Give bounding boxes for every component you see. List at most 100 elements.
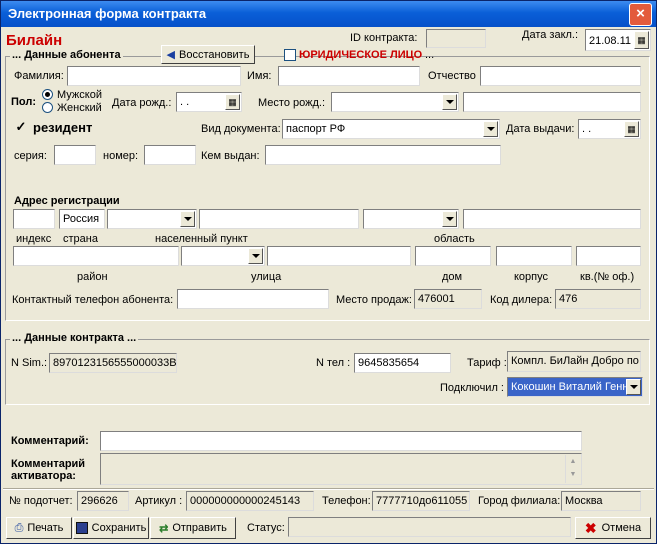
chevron-down-icon[interactable] (626, 379, 641, 395)
issue-date-value: . . (582, 123, 592, 135)
send-button[interactable]: ⇄ Отправить (150, 517, 236, 539)
patronymic-label: Отчество (428, 70, 476, 82)
issued-by-field[interactable] (265, 145, 501, 165)
birthplace-select[interactable] (331, 92, 459, 112)
birthdate-value: . . (180, 96, 190, 108)
chevron-down-icon[interactable] (442, 211, 457, 227)
index-label: индекс (16, 233, 52, 245)
series-field[interactable] (54, 145, 96, 165)
number-field[interactable] (144, 145, 196, 165)
issue-date-field[interactable]: . . ▦ (578, 119, 641, 139)
birthdate-label: Дата рожд.: (112, 97, 172, 109)
district-label: район (77, 271, 108, 283)
contract-date-label: Дата закл.: (522, 29, 579, 41)
patronymic-field[interactable] (480, 66, 641, 86)
series-label: серия: (14, 150, 47, 162)
birthplace-label: Место рожд.: (258, 97, 325, 109)
sex-label: Пол: (11, 96, 37, 108)
dealer-code-field: 476 (555, 289, 641, 309)
arrow-left-icon: ◀ (166, 49, 176, 61)
house-field[interactable] (415, 246, 491, 266)
chevron-down-icon[interactable] (248, 248, 263, 264)
birthdate-field[interactable]: . . ▦ (176, 92, 242, 112)
save-button-label: Сохранить (91, 522, 147, 534)
contact-phone-label: Контактный телефон абонента: (12, 294, 174, 306)
surname-field[interactable] (67, 66, 241, 86)
legal-entity-label: ЮРИДИЧЕСКОЕ ЛИЦО (299, 49, 423, 61)
save-button[interactable]: Сохранить (73, 517, 149, 539)
scrollbar[interactable]: ▲ ▼ (565, 455, 580, 483)
status-field (288, 517, 571, 537)
street-field[interactable] (267, 246, 411, 266)
phone-number-field[interactable]: 9645835654 (354, 353, 451, 373)
region-field[interactable] (463, 209, 641, 229)
contact-phone-field[interactable] (177, 289, 329, 309)
calendar-icon[interactable]: ▦ (225, 94, 240, 110)
connected-by-value: Кокошин Виталий Генн (511, 381, 629, 393)
doc-type-select[interactable]: паспорт РФ (282, 119, 500, 139)
country-field[interactable]: Россия (59, 209, 105, 229)
calendar-icon[interactable]: ▦ (634, 31, 649, 49)
chevron-down-icon[interactable] (180, 211, 195, 227)
chevron-down-icon[interactable] (442, 94, 457, 110)
cancel-button[interactable]: ✖ Отмена (575, 517, 651, 539)
doc-type-label: Вид документа: (201, 123, 281, 135)
phone-number-label: N тел : (316, 357, 351, 369)
article-field: 000000000000245143 (186, 491, 314, 511)
district-field[interactable] (13, 246, 179, 266)
contract-date-value: 21.08.11 (589, 35, 632, 47)
contract-form-window: Электронная форма контракта × Билайн ID … (0, 0, 657, 544)
region-type-select[interactable] (363, 209, 459, 229)
city-field: Москва (561, 491, 641, 511)
resident-checkbox[interactable]: ✓ (15, 120, 27, 134)
footer-phone-field: 7777710до611055 (372, 491, 470, 511)
legal-entity-checkbox[interactable] (284, 49, 296, 61)
scroll-down-icon[interactable]: ▼ (566, 468, 580, 481)
article-label: Артикул : (135, 495, 183, 507)
locality-field[interactable] (199, 209, 359, 229)
index-field[interactable] (13, 209, 55, 229)
contract-date-field[interactable]: 21.08.11 ▦ (585, 29, 651, 51)
locality-label: населенный пункт (155, 233, 248, 245)
calendar-icon[interactable]: ▦ (624, 121, 639, 137)
address-title: Адрес регистрации (14, 195, 120, 207)
status-label: Статус: (247, 522, 285, 534)
first-name-field[interactable] (278, 66, 420, 86)
subscriber-group-label: ... Данные абонента (10, 49, 123, 61)
print-button[interactable]: ⎙ Печать (6, 517, 72, 539)
activator-comment-field[interactable]: ▲ ▼ (100, 453, 582, 485)
close-icon[interactable]: × (629, 3, 652, 26)
sim-label: N Sim.: (11, 357, 48, 369)
flat-field[interactable] (576, 246, 641, 266)
brand-label: Билайн (6, 32, 63, 49)
chevron-down-icon[interactable] (483, 121, 498, 137)
doc-type-value: паспорт РФ (286, 123, 346, 135)
birthplace-field[interactable] (463, 92, 641, 112)
print-button-label: Печать (27, 522, 64, 534)
send-button-label: Отправить (172, 522, 227, 534)
comment-label: Комментарий: (11, 435, 89, 447)
comment-field[interactable] (100, 431, 582, 451)
tariff-label: Тариф : (467, 357, 507, 369)
restore-button[interactable]: ◀ Восстановить (161, 45, 255, 64)
house-label: дом (442, 271, 463, 283)
locality-type-select[interactable] (107, 209, 197, 229)
city-label: Город филиала: (478, 495, 561, 507)
street-type-select[interactable] (181, 246, 265, 266)
contract-group-label: ... Данные контракта ... (10, 332, 139, 344)
floppy-icon (75, 522, 88, 534)
scroll-up-icon[interactable]: ▲ (566, 455, 580, 468)
male-radio[interactable] (42, 89, 53, 100)
title-bar[interactable]: Электронная форма контракта × (1, 1, 656, 27)
female-radio[interactable] (42, 102, 53, 113)
account-field: 296626 (77, 491, 129, 511)
sale-place-field: 476001 (414, 289, 482, 309)
connected-by-select[interactable]: Кокошин Виталий Генн (507, 377, 643, 397)
contract-id-field[interactable] (426, 29, 486, 48)
building-field[interactable] (496, 246, 572, 266)
connected-by-label: Подключил : (440, 382, 504, 394)
separator (3, 488, 654, 490)
printer-icon: ⎙ (14, 521, 24, 534)
contract-id-label: ID контракта: (350, 32, 418, 44)
legal-entity-suffix: ... (425, 49, 435, 61)
